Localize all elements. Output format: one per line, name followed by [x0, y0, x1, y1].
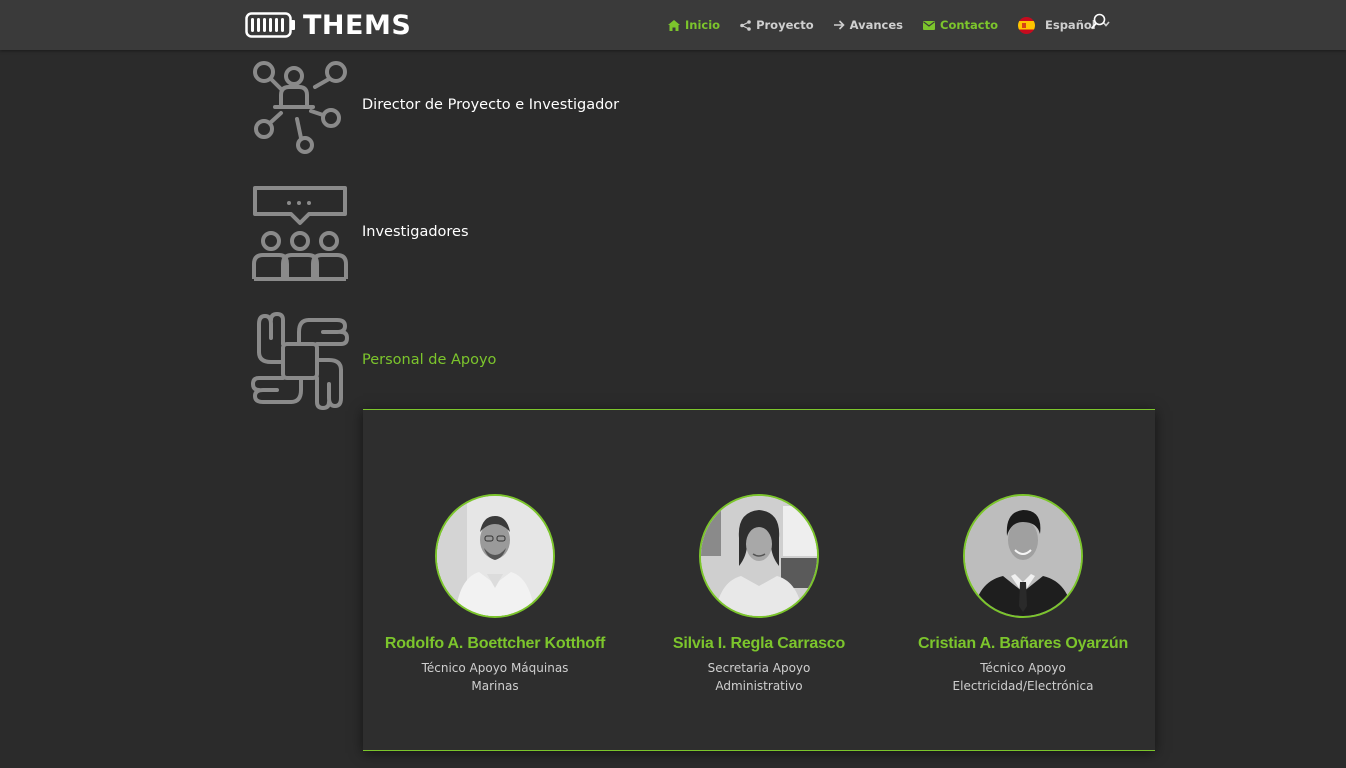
nav-item-avances[interactable]: Avances	[833, 18, 903, 32]
nav-label: Proyecto	[756, 18, 814, 32]
main-nav: Inicio Proyecto Avances Contacto Español	[668, 0, 1130, 50]
avatar	[699, 494, 819, 618]
avatar	[435, 494, 555, 618]
brand-name: THEMS	[303, 9, 412, 41]
team-card: Rodolfo A. Boettcher Kotthoff Técnico Ap…	[363, 494, 627, 695]
language-label: Español	[1045, 18, 1096, 32]
site-logo[interactable]: THEMS	[245, 9, 412, 41]
nav-item-proyecto[interactable]: Proyecto	[740, 18, 814, 32]
nav-item-contacto[interactable]: Contacto	[923, 18, 998, 32]
nav-label: Avances	[849, 18, 903, 32]
spain-flag-icon	[1018, 16, 1035, 34]
joined-hands-icon	[251, 312, 349, 410]
member-role: Técnico Apoyo Máquinas Marinas	[421, 661, 569, 693]
section-title-personal-apoyo[interactable]: Personal de Apoyo	[362, 352, 496, 368]
search-icon[interactable]	[1090, 13, 1106, 34]
member-role: Secretaria Apoyo Administrativo	[707, 661, 811, 693]
member-role: Técnico Apoyo Electricidad/Electrónica	[952, 661, 1094, 693]
nav-label: Inicio	[685, 18, 721, 32]
home-icon	[668, 19, 680, 31]
battery-logo-icon	[245, 12, 295, 38]
team-card: Cristian A. Bañares Oyarzún Técnico Apoy…	[891, 494, 1155, 695]
member-name: Rodolfo A. Boettcher Kotthoff	[384, 635, 606, 652]
group-discussion-icon	[251, 184, 349, 282]
member-name: Cristian A. Bañares Oyarzún	[917, 635, 1129, 652]
member-name: Silvia I. Regla Carrasco	[672, 635, 846, 652]
section-title-director: Director de Proyecto e Investigador	[362, 97, 620, 113]
team-card: Silvia I. Regla Carrasco Secretaria Apoy…	[627, 494, 891, 695]
avatar	[963, 494, 1083, 618]
nav-item-inicio[interactable]: Inicio	[668, 18, 720, 32]
nav-label: Contacto	[940, 18, 998, 32]
site-header: THEMS Inicio Proyecto Avances Contacto E…	[0, 0, 1346, 50]
envelope-icon	[923, 20, 935, 30]
arrow-right-icon	[833, 20, 845, 30]
support-staff-panel: Rodolfo A. Boettcher Kotthoff Técnico Ap…	[363, 409, 1155, 751]
share-icon	[740, 19, 751, 31]
section-title-investigadores: Investigadores	[362, 224, 469, 240]
network-people-icon	[251, 57, 349, 155]
